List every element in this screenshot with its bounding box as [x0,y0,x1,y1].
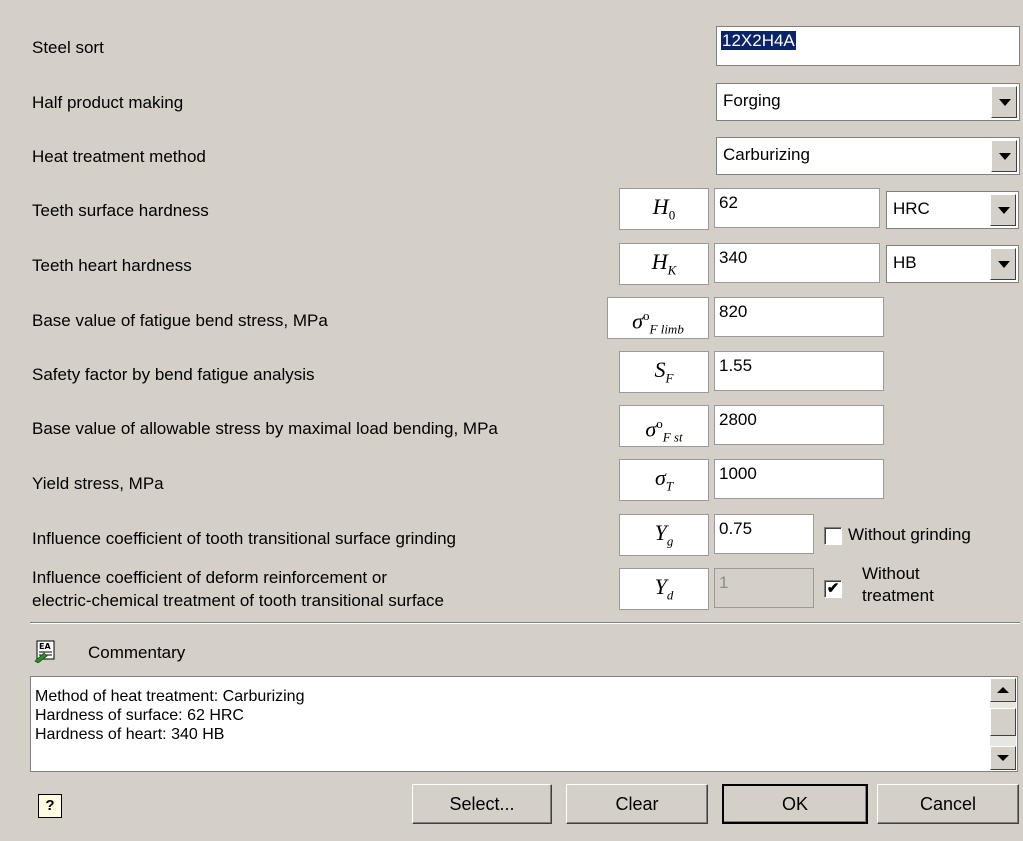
heart-hardness-symbol: HK [619,243,709,285]
heart-hardness-unit: HB [893,253,917,272]
scroll-thumb[interactable] [990,708,1016,736]
cancel-button[interactable]: Cancel [877,784,1019,824]
deform-input: 1 [714,568,814,608]
help-icon[interactable]: ? [38,794,62,818]
chevron-down-icon[interactable] [990,194,1016,226]
without-grinding-checkbox[interactable] [824,527,842,545]
separator [30,622,1020,624]
arrow-up-icon [997,687,1009,693]
commentary-line: Hardness of heart: 340 HB [35,726,225,743]
surface-hardness-unit: HRC [893,199,930,218]
safety-factor-input[interactable]: 1.55 [714,351,884,391]
select-button[interactable]: Select... [412,784,552,824]
chevron-down-icon[interactable] [990,248,1016,280]
without-treatment-checkbox[interactable]: ✔ [824,580,842,598]
heat-treatment-select[interactable]: Carburizing [716,137,1020,175]
commentary-line: Hardness of surface: 62 HRC [35,707,244,724]
svg-text:EA: EA [39,642,51,651]
yield-stress-symbol: σT [619,459,709,501]
surface-hardness-label: Teeth surface hardness [32,201,209,220]
safety-factor-symbol: SF [619,351,709,393]
steel-sort-value: 12X2H4A [721,31,796,50]
clear-button[interactable]: Clear [566,784,708,824]
surface-hardness-input[interactable]: 62 [714,188,880,228]
chevron-down-icon[interactable] [991,140,1017,172]
commentary-scrollbar[interactable] [990,678,1016,770]
allowable-stress-symbol: σoF st [619,405,709,447]
half-product-value: Forging [723,91,781,110]
heart-hardness-unit-select[interactable]: HB [886,245,1019,283]
steel-sort-input[interactable]: 12X2H4A [716,26,1020,66]
heart-hardness-input[interactable]: 340 [714,243,880,283]
allowable-stress-input[interactable]: 2800 [714,405,884,445]
commentary-textarea[interactable]: Method of heat treatment: Carburizing Ha… [30,676,1018,772]
commentary-icon: EA [34,640,55,663]
fatigue-bend-input[interactable]: 820 [714,297,884,337]
grinding-label: Influence coefficient of tooth transitio… [32,529,457,548]
heart-hardness-label: Teeth heart hardness [32,256,192,275]
arrow-down-icon [997,755,1009,761]
scroll-up-button[interactable] [990,678,1016,702]
deform-symbol: Yd [619,568,709,610]
steel-sort-label: Steel sort [32,38,104,57]
surface-hardness-unit-select[interactable]: HRC [886,191,1019,229]
fatigue-bend-symbol: σoF limb [607,297,709,339]
without-grinding-label[interactable]: Without grinding [848,525,971,545]
grinding-symbol: Yg [619,514,709,556]
commentary-lines: Method of heat treatment: Carburizing Ha… [35,687,304,744]
grinding-input[interactable]: 0.75 [714,514,814,554]
allowable-stress-label: Base value of allowable stress by maxima… [32,419,498,438]
fatigue-bend-label: Base value of fatigue bend stress, MPa [32,311,328,330]
half-product-select[interactable]: Forging [716,83,1020,121]
half-product-label: Half product making [32,93,184,112]
yield-stress-input[interactable]: 1000 [714,459,884,499]
safety-factor-label: Safety factor by bend fatigue analysis [32,365,315,384]
ok-button[interactable]: OK [722,784,868,824]
heat-treatment-value: Carburizing [723,145,810,164]
yield-stress-label: Yield stress, MPa [32,474,164,493]
commentary-line: Method of heat treatment: Carburizing [35,688,305,705]
scroll-down-button[interactable] [990,746,1016,770]
deform-label: Influence coefficient of deform reinforc… [32,568,444,610]
chevron-down-icon[interactable] [991,86,1017,118]
without-treatment-label[interactable]: Without treatment [862,563,934,607]
surface-hardness-symbol: H0 [619,188,709,230]
heat-treatment-label: Heat treatment method [32,147,206,166]
commentary-title: Commentary [88,643,186,662]
